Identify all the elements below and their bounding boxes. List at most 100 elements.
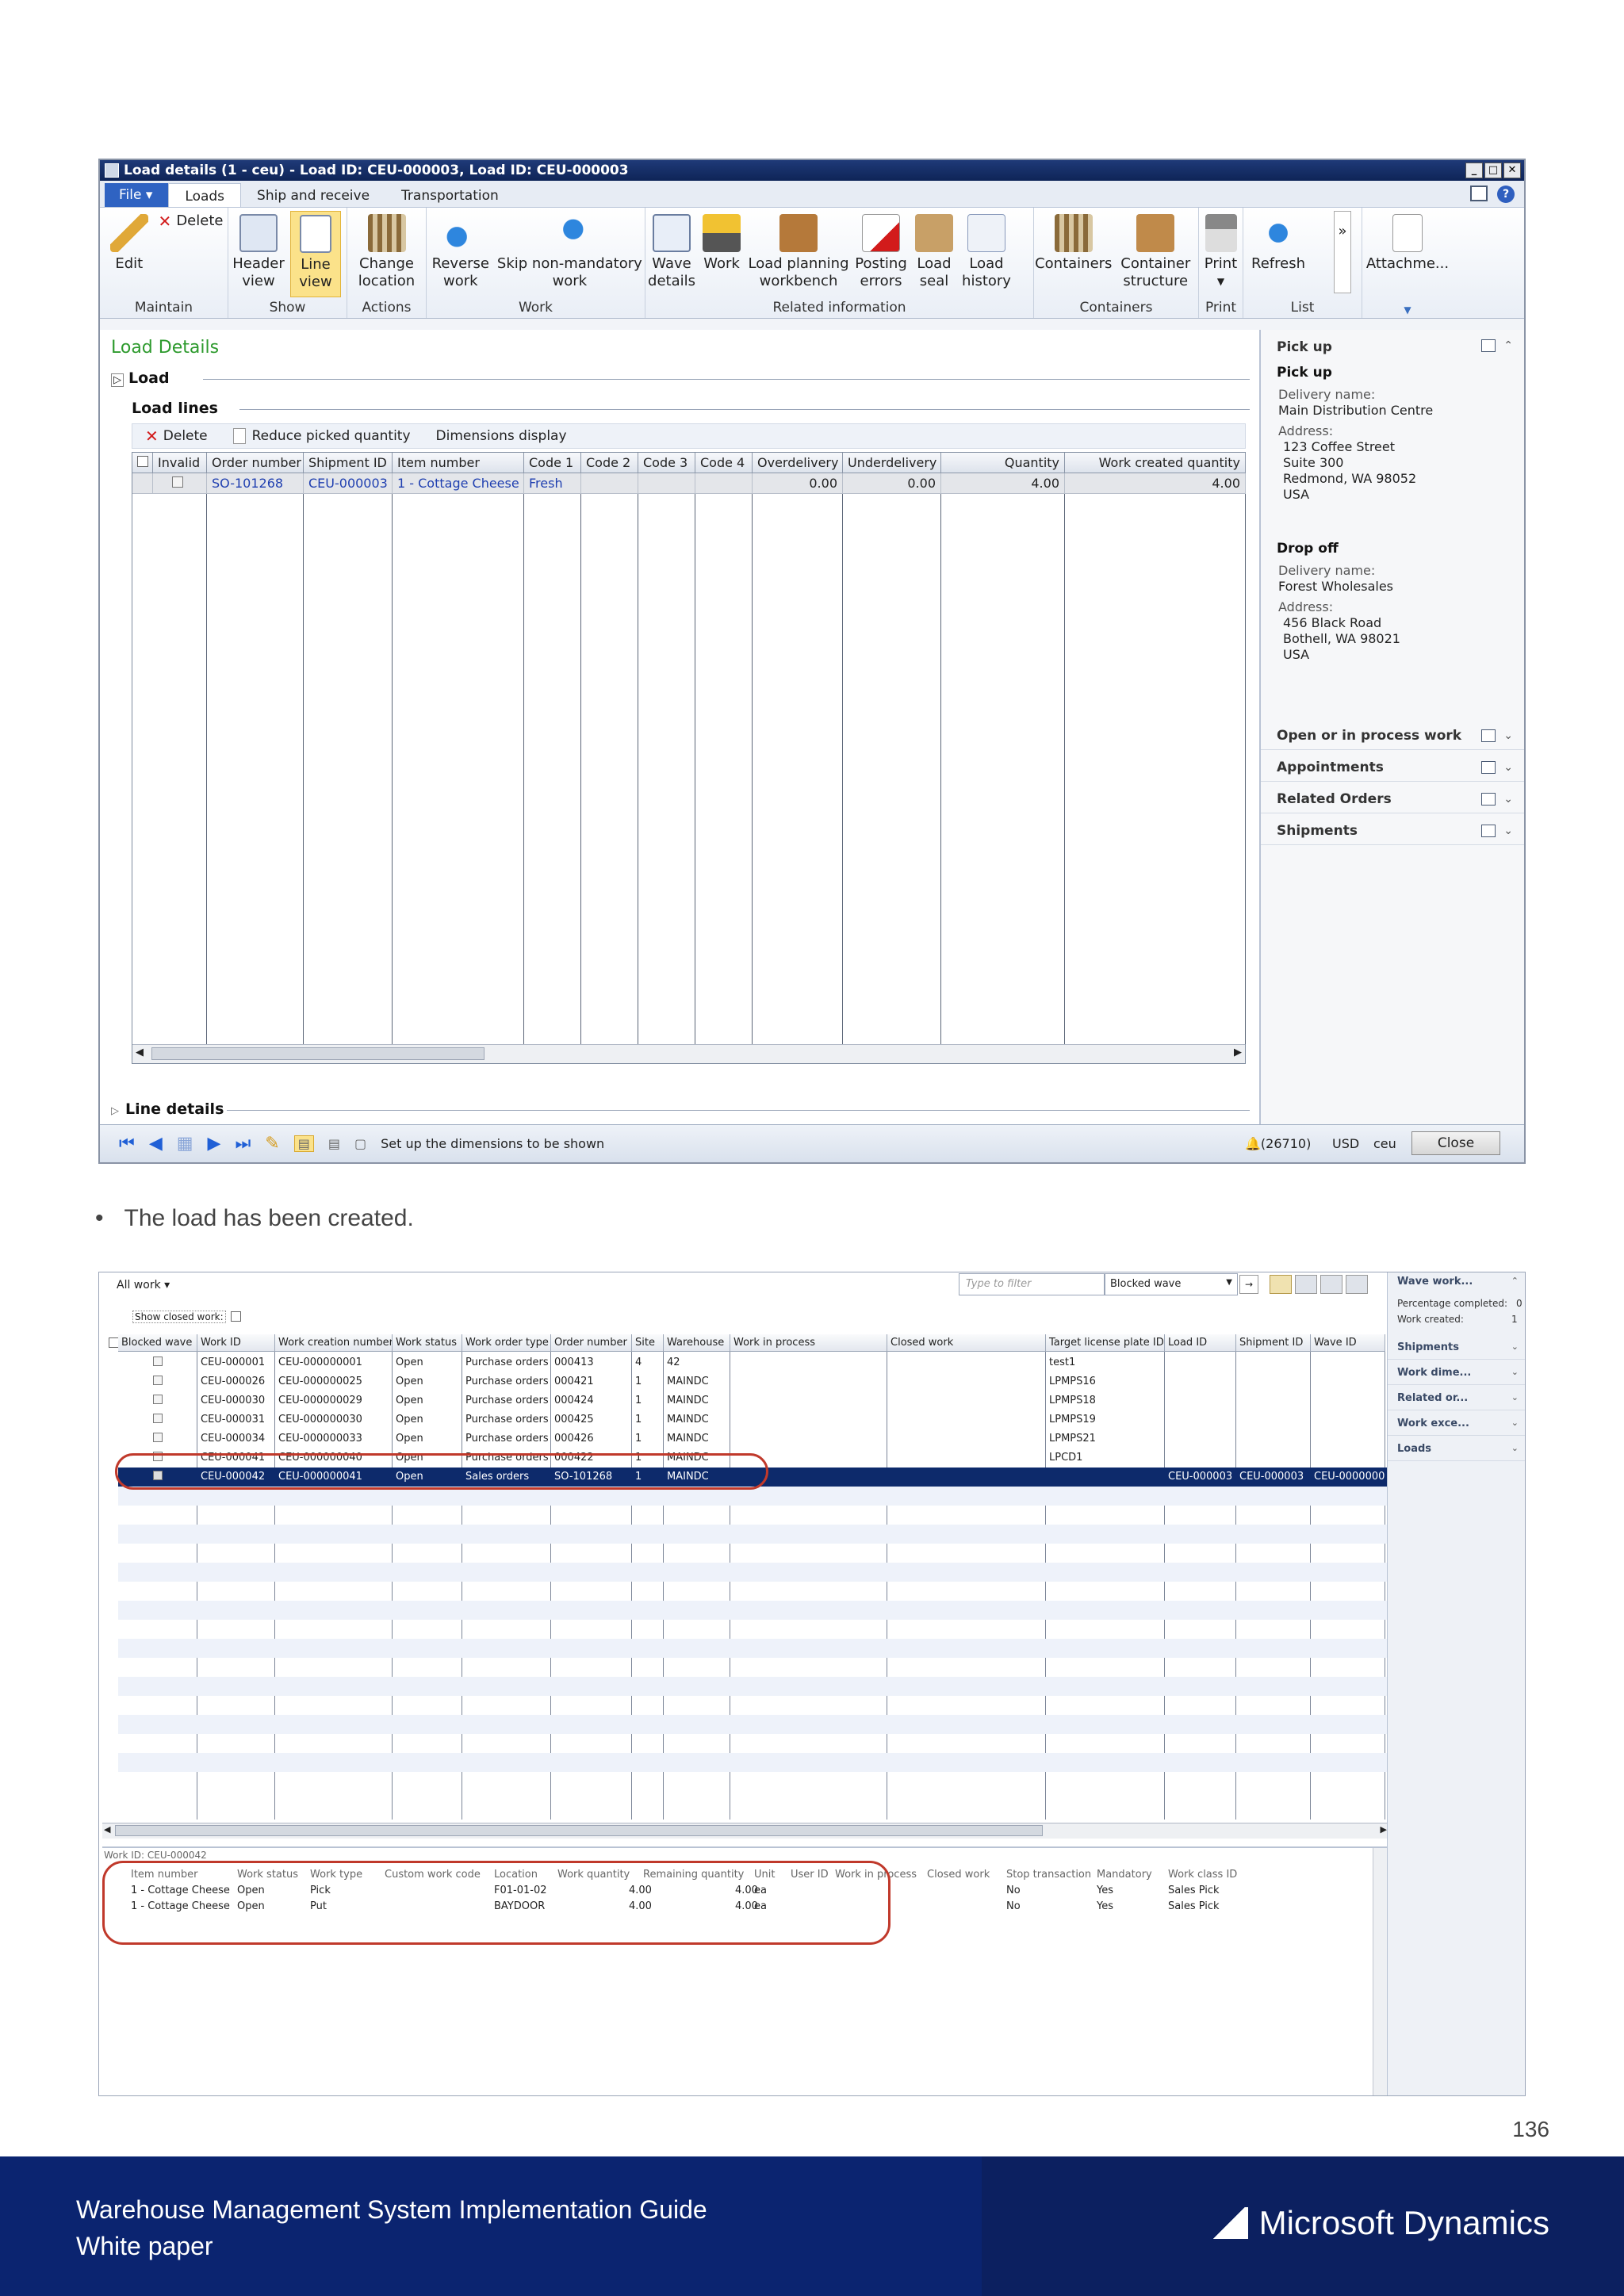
- dimensions-display-button[interactable]: Dimensions display: [423, 428, 580, 444]
- view-selector[interactable]: All work ▾: [117, 1279, 170, 1292]
- tab-ship-and-receive[interactable]: Ship and receive: [241, 183, 385, 207]
- column-header[interactable]: Work order type: [462, 1334, 551, 1352]
- factbox-pin-icon[interactable]: [1481, 339, 1496, 352]
- table-row[interactable]: CEU-000001 CEU-000000001 Open Purchase orde…: [118, 1353, 1388, 1372]
- chevron-down-icon[interactable]: ⌄: [1503, 761, 1513, 774]
- grid-icon[interactable]: ▦: [177, 1134, 193, 1154]
- column-header[interactable]: Work in process: [730, 1334, 887, 1352]
- item-number-cell[interactable]: 1 - Cottage Cheese: [393, 473, 524, 494]
- column-header[interactable]: Order number: [207, 453, 304, 473]
- column-header[interactable]: Code 3: [638, 453, 695, 473]
- factbox-panel-shipments[interactable]: Shipments ⌄: [1261, 818, 1524, 845]
- next-record-icon[interactable]: ▶: [208, 1134, 221, 1154]
- vertical-scrollbar[interactable]: [1373, 1848, 1387, 2095]
- chevron-down-icon[interactable]: ⌄: [1511, 1367, 1519, 1377]
- edit-pencil-icon[interactable]: ✎: [265, 1134, 279, 1154]
- table-cell[interactable]: [118, 1410, 197, 1429]
- chevron-down-icon[interactable]: ⌄: [1503, 729, 1513, 742]
- filter-field-select[interactable]: Blocked wave ▼: [1105, 1273, 1238, 1295]
- column-header[interactable]: Site: [632, 1334, 664, 1352]
- factbox-pin-icon[interactable]: [1481, 761, 1496, 774]
- pane-toggle-icon[interactable]: [1470, 186, 1488, 201]
- horizontal-scrollbar[interactable]: ◀ ▶: [132, 1044, 1245, 1063]
- tab-transportation[interactable]: Transportation: [385, 183, 515, 207]
- column-header[interactable]: Shipment ID: [1236, 1334, 1311, 1352]
- section-load-lines[interactable]: Load lines: [132, 400, 218, 417]
- detail-column-header[interactable]: Stop transaction: [1006, 1869, 1091, 1881]
- section-load[interactable]: ▷ Load: [111, 369, 170, 387]
- table-cell[interactable]: [118, 1429, 197, 1448]
- detail-column-header[interactable]: Closed work: [927, 1869, 990, 1881]
- factbox-panel-related-orders[interactable]: Related Orders ⌄: [1261, 786, 1524, 813]
- factbox-panel-open-or-in-process-work[interactable]: Open or in process work ⌄: [1261, 723, 1524, 750]
- column-header[interactable]: Quantity: [941, 453, 1065, 473]
- column-header[interactable]: Code 1: [524, 453, 581, 473]
- column-header[interactable]: Work status: [393, 1334, 462, 1352]
- column-header[interactable]: Work creation number: [275, 1334, 393, 1352]
- table-cell[interactable]: [118, 1372, 197, 1391]
- chevron-down-icon[interactable]: ⌄: [1511, 1341, 1519, 1352]
- table-row[interactable]: CEU-000034 CEU-000000033 Open Purchase orde…: [118, 1429, 1388, 1448]
- column-header[interactable]: Overdelivery: [753, 453, 843, 473]
- help-icon[interactable]: ?: [1497, 186, 1515, 203]
- column-header[interactable]: Wave ID: [1311, 1334, 1385, 1352]
- order-number-cell[interactable]: SO-101268: [207, 473, 304, 494]
- filter-input[interactable]: Type to filter: [959, 1273, 1105, 1295]
- factbox-wave-work[interactable]: Wave work...: [1397, 1276, 1473, 1288]
- delete-line-button[interactable]: ✕ Delete: [132, 427, 220, 446]
- column-header[interactable]: Work created quantity: [1065, 453, 1246, 473]
- chevron-down-icon[interactable]: ▼: [1362, 304, 1453, 316]
- factbox-panel-appointments[interactable]: Appointments ⌄: [1261, 755, 1524, 782]
- last-record-icon[interactable]: ⏭: [235, 1134, 251, 1154]
- factbox-pin-icon[interactable]: [1481, 729, 1496, 742]
- factbox-panel[interactable]: Shipments ⌄: [1388, 1337, 1525, 1360]
- scroll-right-icon[interactable]: ▶: [1381, 1824, 1387, 1835]
- previous-record-icon[interactable]: ◀: [149, 1134, 163, 1154]
- advanced-filter-icon[interactable]: [1320, 1275, 1342, 1294]
- attachments-button[interactable]: Attachme...: [1362, 208, 1453, 318]
- column-header[interactable]: Invalid: [153, 453, 207, 473]
- column-header[interactable]: Closed work: [887, 1334, 1046, 1352]
- scroll-right-icon[interactable]: ▶: [1234, 1047, 1242, 1058]
- column-header[interactable]: Shipment ID: [304, 453, 393, 473]
- tab-file[interactable]: File ▾: [105, 183, 169, 207]
- minimize-icon[interactable]: _: [1465, 163, 1483, 178]
- chevron-up-icon[interactable]: ⌃: [1511, 1276, 1519, 1286]
- reduce-picked-quantity-button[interactable]: Reduce picked quantity: [220, 428, 423, 444]
- filter-icon[interactable]: [1270, 1275, 1292, 1294]
- filter-by-selection-icon[interactable]: [1295, 1275, 1317, 1294]
- first-record-icon[interactable]: ⏮: [119, 1134, 135, 1154]
- tab-loads[interactable]: Loads: [168, 183, 242, 207]
- scroll-left-icon[interactable]: ◀: [104, 1824, 110, 1835]
- factbox-pickup-header[interactable]: Pick up: [1277, 339, 1332, 355]
- column-header[interactable]: Underdelivery: [843, 453, 941, 473]
- blocked-wave-checkbox[interactable]: [153, 1376, 163, 1385]
- clear-filter-icon[interactable]: [1346, 1275, 1368, 1294]
- column-header[interactable]: Order number: [551, 1334, 632, 1352]
- factbox-pin-icon[interactable]: [1481, 825, 1496, 837]
- factbox-pin-icon[interactable]: [1481, 793, 1496, 806]
- row-selector[interactable]: [132, 473, 153, 494]
- blocked-wave-checkbox[interactable]: [153, 1433, 163, 1442]
- detail-column-header[interactable]: Work class ID: [1168, 1869, 1237, 1881]
- scroll-left-icon[interactable]: ◀: [136, 1047, 144, 1058]
- scrollbar-thumb[interactable]: [115, 1825, 1043, 1836]
- table-row[interactable]: CEU-000026 CEU-000000025 Open Purchase orde…: [118, 1372, 1388, 1391]
- close-icon[interactable]: ✕: [1503, 163, 1521, 178]
- select-all-checkbox[interactable]: [132, 453, 153, 473]
- blocked-wave-checkbox[interactable]: [153, 1357, 163, 1366]
- column-header[interactable]: Blocked wave: [118, 1334, 197, 1352]
- column-header[interactable]: Target license plate ID: [1046, 1334, 1165, 1352]
- chevron-up-icon[interactable]: ⌃: [1503, 339, 1513, 352]
- column-header[interactable]: Work ID: [197, 1334, 275, 1352]
- table-cell[interactable]: [118, 1391, 197, 1410]
- apply-filter-icon[interactable]: →: [1239, 1275, 1258, 1294]
- chevron-down-icon[interactable]: ⌄: [1511, 1418, 1519, 1428]
- column-header[interactable]: Load ID: [1165, 1334, 1236, 1352]
- document-icon[interactable]: ▢: [354, 1136, 366, 1151]
- line-view-button[interactable]: Line view: [290, 211, 341, 297]
- factbox-panel[interactable]: Loads ⌄: [1388, 1439, 1525, 1461]
- factbox-panel[interactable]: Related or... ⌄: [1388, 1388, 1525, 1410]
- horizontal-scrollbar[interactable]: ◀ ▶: [102, 1823, 1388, 1839]
- notifications[interactable]: 🔔(26710): [1245, 1136, 1311, 1151]
